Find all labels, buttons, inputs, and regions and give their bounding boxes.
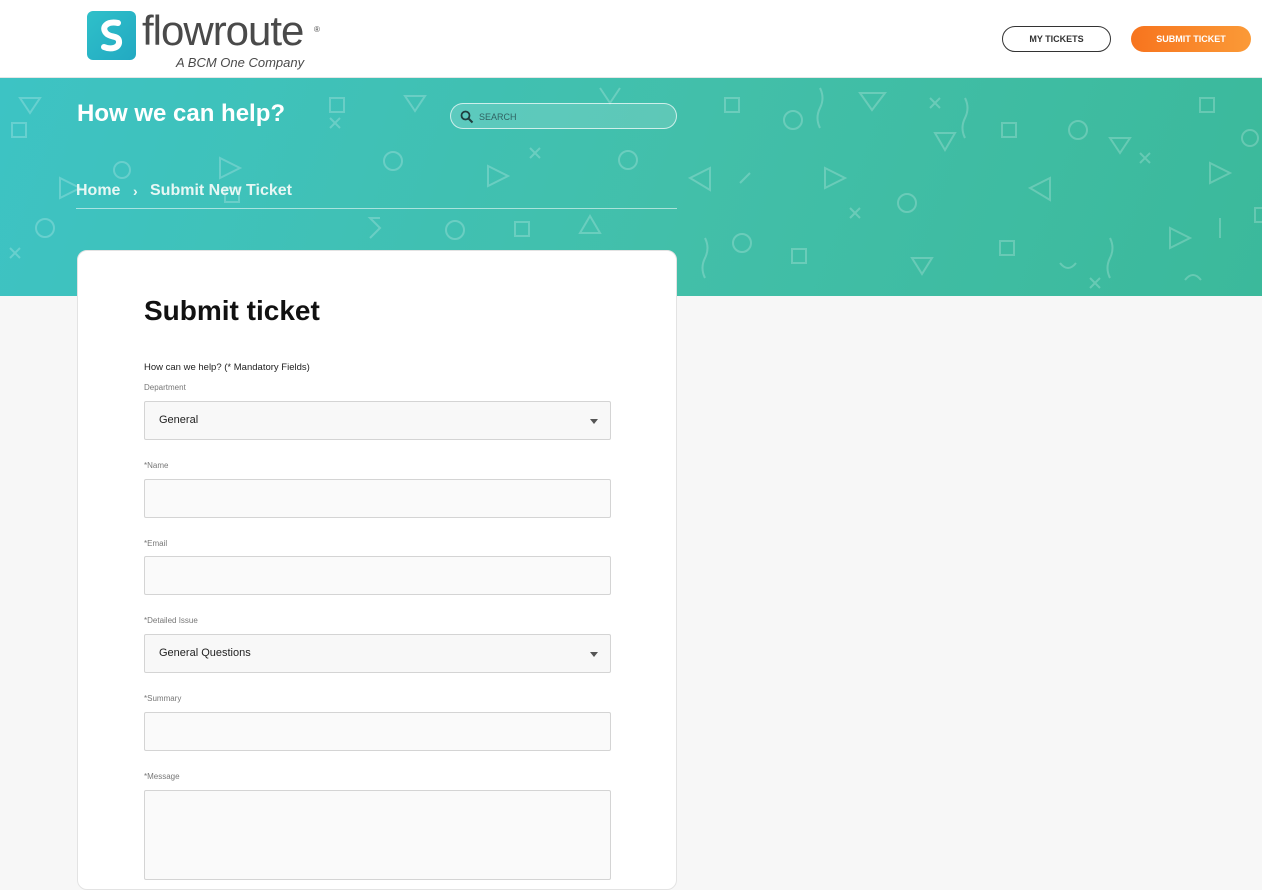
- caret-down-icon: [590, 652, 598, 657]
- breadcrumb-home-link[interactable]: Home: [76, 182, 120, 200]
- breadcrumb: Home › Submit New Ticket: [76, 182, 677, 209]
- department-label: Department: [144, 383, 186, 392]
- message-textarea[interactable]: [144, 790, 611, 880]
- logo-wordmark: flowroute: [142, 7, 304, 54]
- search-icon: [460, 110, 474, 124]
- message-label: *Message: [144, 772, 180, 781]
- caret-down-icon: [590, 419, 598, 424]
- department-select[interactable]: General: [144, 401, 611, 440]
- email-field[interactable]: [144, 556, 611, 595]
- detailed-issue-select[interactable]: General Questions: [144, 634, 611, 673]
- summary-label: *Summary: [144, 694, 182, 703]
- help-heading: How we can help?: [77, 100, 286, 127]
- detailed-issue-label: *Detailed Issue: [144, 616, 198, 625]
- detailed-issue-selected-value: General Questions: [159, 647, 251, 659]
- breadcrumb-current: Submit New Ticket: [150, 182, 292, 199]
- summary-field[interactable]: [144, 712, 611, 751]
- email-label: *Email: [144, 539, 168, 548]
- search-input[interactable]: [477, 107, 671, 127]
- site-header: flowroute ® A BCM One Company MY TICKETS…: [0, 0, 1262, 78]
- logo-registered-mark: ®: [314, 25, 320, 34]
- page-title: Submit ticket: [144, 295, 320, 326]
- name-label: *Name: [144, 461, 169, 470]
- submit-ticket-button[interactable]: SUBMIT TICKET: [1131, 26, 1251, 52]
- name-field[interactable]: [144, 479, 611, 518]
- flowroute-logo[interactable]: flowroute ® A BCM One Company: [87, 7, 327, 73]
- logo-tagline: A BCM One Company: [176, 55, 305, 70]
- logo-mark-icon: [87, 11, 136, 60]
- my-tickets-button[interactable]: MY TICKETS: [1002, 26, 1111, 52]
- form-intro-text: How can we help? (* Mandatory Fields): [144, 362, 310, 373]
- submit-ticket-card: Submit ticket How can we help? (* Mandat…: [77, 250, 677, 890]
- department-selected-value: General: [159, 414, 199, 426]
- search-box[interactable]: [450, 103, 677, 129]
- chevron-right-icon: ›: [133, 183, 138, 199]
